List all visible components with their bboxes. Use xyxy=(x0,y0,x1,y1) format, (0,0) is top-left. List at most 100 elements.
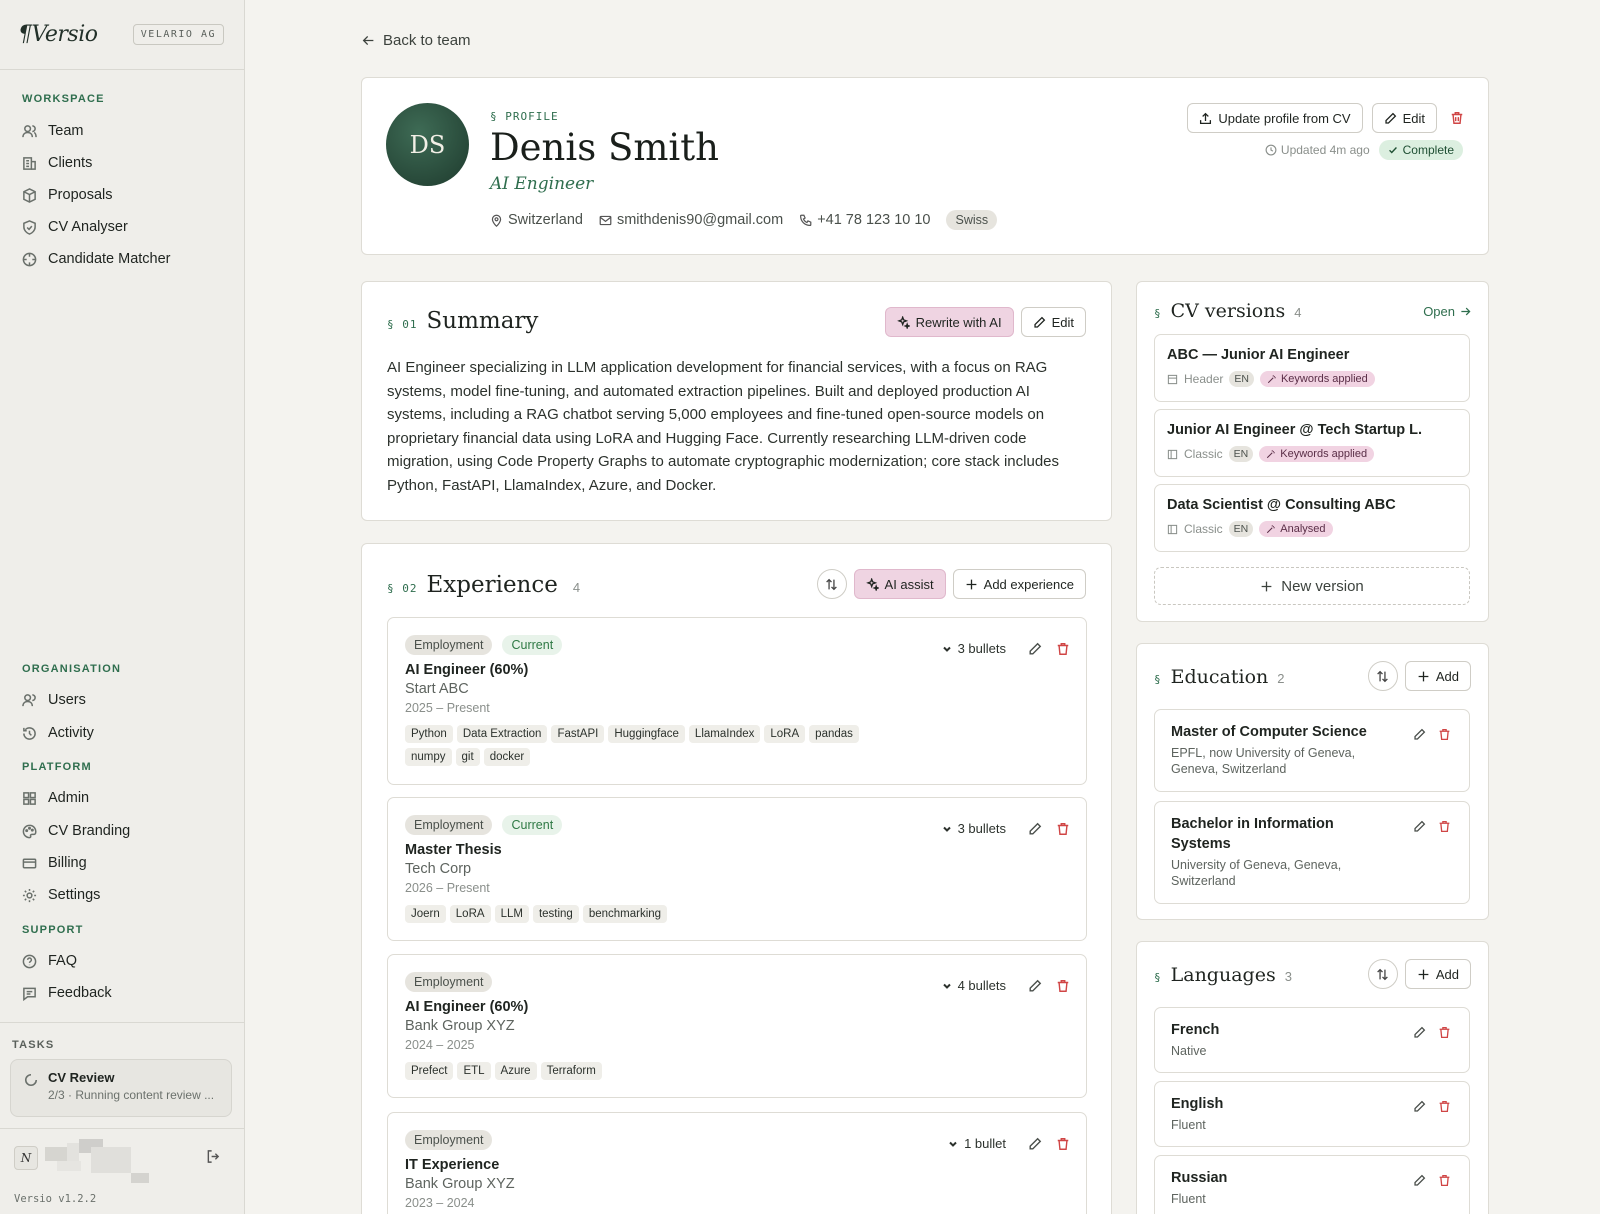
trash-icon[interactable] xyxy=(1438,1026,1451,1039)
org-switcher[interactable]: VELARIO AG xyxy=(132,24,224,45)
versio-logo[interactable]: ¶Versio xyxy=(18,22,98,47)
nav-proposals[interactable]: Proposals xyxy=(22,184,112,206)
nav-settings[interactable]: Settings xyxy=(22,884,100,906)
edit-icon[interactable] xyxy=(1028,979,1042,993)
logout-icon[interactable] xyxy=(206,1149,221,1164)
nav-faq[interactable]: FAQ xyxy=(22,950,77,972)
experience-item[interactable]: Employment Current 3 bullets AI Engineer… xyxy=(387,617,1087,785)
profile-avatar: DS xyxy=(386,103,469,186)
trash-icon[interactable] xyxy=(1438,728,1451,741)
update-profile-button[interactable]: Update profile from CV xyxy=(1187,103,1363,133)
edit-summary-button[interactable]: Edit xyxy=(1020,307,1086,337)
workspace-label: WORKSPACE xyxy=(22,93,105,105)
edit-icon[interactable] xyxy=(1028,642,1042,656)
phone-item[interactable]: +41 78 123 10 10 xyxy=(799,212,930,228)
nav-cv-analyser[interactable]: CV Analyser xyxy=(22,216,128,238)
sort-button[interactable] xyxy=(1367,661,1398,691)
trash-icon[interactable] xyxy=(1438,1174,1451,1187)
edit-icon[interactable] xyxy=(1413,1026,1426,1039)
nav-cv-branding[interactable]: CV Branding xyxy=(22,820,130,842)
nav-users-label: Users xyxy=(48,692,86,708)
skill-tag: LoRA xyxy=(764,725,806,743)
experience-item[interactable]: Employment Current 3 bullets Master Thes… xyxy=(387,797,1087,941)
experience-item[interactable]: Employment 4 bullets AI Engineer (60%) B… xyxy=(387,954,1087,1098)
delete-profile-icon[interactable] xyxy=(1450,111,1464,125)
language-item[interactable]: Russian Fluent xyxy=(1154,1155,1470,1214)
new-version-label: New version xyxy=(1281,577,1364,595)
education-actions: Add xyxy=(1367,661,1471,691)
trash-icon[interactable] xyxy=(1056,822,1070,836)
open-versions-link[interactable]: Open xyxy=(1423,304,1471,319)
location-item: Switzerland xyxy=(490,212,583,228)
edit-icon[interactable] xyxy=(1413,1100,1426,1113)
trash-icon[interactable] xyxy=(1438,820,1451,833)
add-language-button[interactable]: Add xyxy=(1404,959,1471,989)
email-item[interactable]: smithdenis90@gmail.com xyxy=(599,212,783,228)
nav-candidate-matcher[interactable]: Candidate Matcher xyxy=(22,248,171,270)
education-item[interactable]: Master of Computer Science EPFL, now Uni… xyxy=(1154,709,1470,792)
nav-feedback[interactable]: Feedback xyxy=(22,982,112,1004)
plus-icon xyxy=(1261,581,1272,591)
languages-actions: Add xyxy=(1367,959,1471,989)
sort-button[interactable] xyxy=(816,569,847,599)
cv-versions-card: § CV versions 4 Open ABC — Junior AI Eng… xyxy=(1136,281,1489,622)
nav-billing[interactable]: Billing xyxy=(22,852,87,874)
bullets-toggle[interactable]: 3 bullets xyxy=(942,821,1006,836)
edit-icon[interactable] xyxy=(1413,1174,1426,1187)
experience-item[interactable]: Employment 1 bullet IT Experience Bank G… xyxy=(387,1112,1087,1214)
skill-tag: Prefect xyxy=(405,1062,454,1080)
updated-label: Updated 4m ago xyxy=(1280,143,1370,157)
chevron-down-icon xyxy=(949,1141,957,1147)
summary-actions: Rewrite with AI Edit xyxy=(884,307,1086,337)
ai-assist-label: AI assist xyxy=(884,576,934,592)
ai-assist-button[interactable]: AI assist xyxy=(853,569,946,599)
rewrite-ai-button[interactable]: Rewrite with AI xyxy=(884,307,1014,337)
sort-button[interactable] xyxy=(1367,959,1398,989)
language-badge: EN xyxy=(1228,446,1254,462)
trash-icon[interactable] xyxy=(1056,979,1070,993)
skill-tag: Data Extraction xyxy=(456,725,548,743)
nav-users[interactable]: Users xyxy=(22,689,86,711)
language-item[interactable]: English Fluent xyxy=(1154,1081,1470,1147)
trash-icon[interactable] xyxy=(1056,642,1070,656)
edit-icon[interactable] xyxy=(1028,822,1042,836)
add-education-button[interactable]: Add xyxy=(1404,661,1471,691)
nav-admin[interactable]: Admin xyxy=(22,787,89,809)
employment-badge: Employment xyxy=(405,815,493,835)
avatar[interactable]: N xyxy=(14,1146,38,1170)
back-to-team-link[interactable]: Back to team xyxy=(362,32,471,49)
edit-profile-button[interactable]: Edit xyxy=(1371,103,1437,133)
experience-title-text: AI Engineer (60%) xyxy=(405,999,529,1015)
bullets-toggle[interactable]: 1 bullet xyxy=(948,1136,1006,1151)
brand-bar: ¶Versio VELARIO AG xyxy=(0,0,244,70)
section-mark: § xyxy=(1154,971,1162,984)
edit-icon[interactable] xyxy=(1413,820,1426,833)
sort-icon xyxy=(1377,968,1389,980)
add-experience-button[interactable]: Add experience xyxy=(952,569,1086,599)
nav-activity[interactable]: Activity xyxy=(22,722,94,744)
education-item[interactable]: Bachelor in Information Systems Universi… xyxy=(1154,801,1470,904)
languages-header: § Languages 3 xyxy=(1154,964,1292,986)
new-version-button[interactable]: New version xyxy=(1154,567,1470,605)
language-item[interactable]: French Native xyxy=(1154,1007,1470,1073)
language-item-actions xyxy=(1413,1100,1451,1113)
cv-version-item[interactable]: Junior AI Engineer @ Tech Startup L. Cla… xyxy=(1154,409,1470,477)
edit-icon[interactable] xyxy=(1413,728,1426,741)
experience-item-actions: 1 bullet xyxy=(948,1136,1070,1151)
trash-icon[interactable] xyxy=(1438,1100,1451,1113)
skill-tag: Azure xyxy=(494,1062,537,1080)
employment-badge: Employment xyxy=(405,635,493,655)
cv-version-item[interactable]: ABC — Junior AI Engineer Header EN Keywo… xyxy=(1154,334,1470,402)
skill-tag: docker xyxy=(483,748,531,766)
experience-card: § 02 Experience 4 AI assist Add experien… xyxy=(361,543,1112,1214)
bullets-toggle[interactable]: 3 bullets xyxy=(942,641,1006,656)
trash-icon[interactable] xyxy=(1056,1137,1070,1151)
nav-settings-label: Settings xyxy=(48,887,101,903)
nav-team[interactable]: Team xyxy=(22,120,83,142)
avatar-initial: N xyxy=(20,1151,32,1165)
bullets-toggle[interactable]: 4 bullets xyxy=(942,978,1006,993)
edit-icon[interactable] xyxy=(1028,1137,1042,1151)
cv-version-item[interactable]: Data Scientist @ Consulting ABC Classic … xyxy=(1154,484,1470,552)
nav-clients[interactable]: Clients xyxy=(22,152,92,174)
task-card[interactable]: CV Review 2/3 · Running content review .… xyxy=(10,1059,232,1117)
